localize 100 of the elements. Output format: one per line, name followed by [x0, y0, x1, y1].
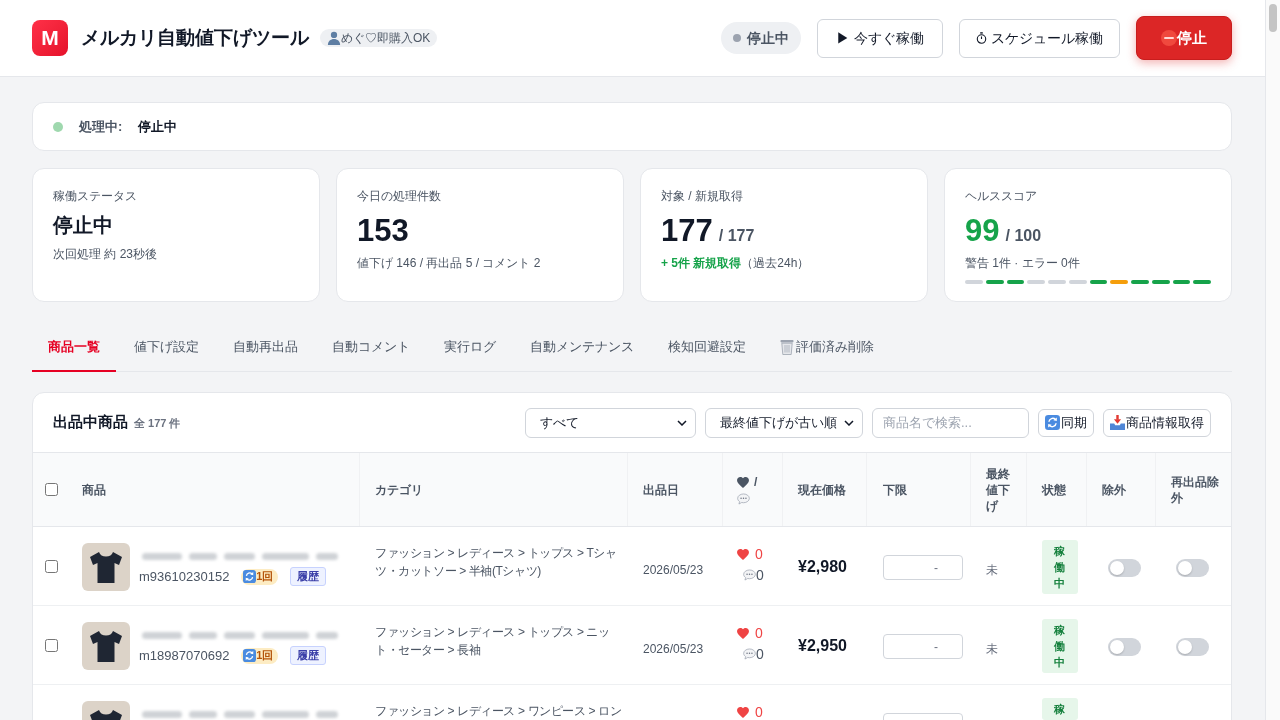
- like-count: 0: [755, 546, 763, 562]
- status-filter-select[interactable]: すべて: [525, 407, 696, 438]
- shirt-photo-drawing: [82, 543, 130, 591]
- history-link[interactable]: 履歴: [290, 646, 327, 665]
- chevron-down-icon: [844, 419, 854, 426]
- heart-icon: [737, 627, 749, 639]
- category-text: ファッション > レディース > ワンピース > ロン: [375, 703, 623, 720]
- column-header: 下限: [883, 481, 907, 498]
- schedule-button[interactable]: スケジュール稼働: [959, 18, 1120, 58]
- column-header: 商品: [82, 481, 106, 498]
- inbox-tray-icon: [1110, 415, 1125, 430]
- row-checkbox[interactable]: [45, 560, 58, 573]
- listed-date: 2026/05/23: [643, 642, 704, 656]
- exclude-toggle[interactable]: [1108, 559, 1141, 577]
- tab[interactable]: 検知回避設定: [652, 324, 762, 372]
- stat-value: 99: [965, 213, 1000, 249]
- column-header: /: [754, 474, 758, 490]
- stat-detail: 値下げ 146 / 再出品 5 / コメント 2: [357, 255, 542, 272]
- stat-highlight: + 5件 新規取得: [661, 255, 742, 272]
- category-text: ファッション > レディース > トップス > ニット・セーター > 長袖: [375, 624, 611, 659]
- column-header: 再出品除外: [1171, 473, 1220, 506]
- stat-label: 今日の処理件数: [357, 188, 442, 204]
- run-button[interactable]: ▶ 今すぐ稼働: [817, 18, 943, 58]
- column-header: 状態: [1042, 481, 1066, 498]
- comment-count: 0: [756, 646, 764, 662]
- chevron-down-icon: [677, 419, 687, 426]
- item-id: m93610230152: [139, 567, 230, 586]
- stat-total: / 177: [718, 226, 755, 246]
- category-text: ファッション > レディース > トップス > Tシャツ・カットソー > 半袖(Tシャツ): [375, 545, 618, 580]
- heart-icon: [737, 476, 749, 488]
- relist-count: 1回: [256, 569, 274, 585]
- stat-value: 177: [661, 213, 713, 249]
- last-markdown: 未: [986, 642, 998, 656]
- stat-label: 稼働ステータス: [53, 188, 138, 204]
- column-header: 最終値下げ: [986, 465, 1011, 514]
- price-floor-field[interactable]: -: [883, 555, 963, 580]
- tab[interactable]: 自動コメント: [316, 324, 426, 372]
- column-header: 除外: [1102, 481, 1126, 498]
- refresh-icon: [1045, 415, 1060, 430]
- status-badge: 稼: [1042, 698, 1078, 720]
- item-id: m18987070692: [139, 646, 230, 665]
- shirt-photo-drawing: [82, 622, 130, 670]
- relist-exclude-toggle[interactable]: [1176, 559, 1209, 577]
- column-header: 出品日: [643, 481, 679, 498]
- account-name: めぐ♡即購入OK: [341, 30, 431, 47]
- like-count: 0: [755, 704, 763, 720]
- sync-button[interactable]: 同期: [1038, 408, 1094, 437]
- last-markdown: 未: [986, 563, 998, 577]
- scrollbar-thumb[interactable]: [1269, 4, 1277, 32]
- heart-icon: [737, 548, 749, 560]
- no-entry-icon: [1161, 30, 1177, 46]
- status-label: 停止中: [747, 28, 790, 48]
- row-checkbox[interactable]: [45, 639, 58, 652]
- heart-icon: [737, 706, 749, 718]
- search-field[interactable]: 商品名で検索...: [872, 407, 1029, 438]
- price-floor-field[interactable]: -: [883, 634, 963, 659]
- products-title: 出品中商品: [53, 412, 128, 433]
- stop-button[interactable]: 停止: [1136, 16, 1232, 60]
- column-header: 現在価格: [798, 481, 846, 498]
- select-all-checkbox[interactable]: [45, 483, 58, 496]
- app-title: メルカリ自動値下げツール: [81, 25, 309, 50]
- stopwatch-icon: [976, 32, 987, 44]
- speech-bubble-icon: [743, 648, 756, 660]
- status-badge: 稼働中: [1042, 619, 1078, 673]
- trash-icon: [780, 339, 794, 355]
- history-link[interactable]: 履歴: [290, 567, 327, 586]
- exclude-toggle[interactable]: [1108, 638, 1141, 656]
- tab[interactable]: 商品一覧: [32, 324, 116, 372]
- relist-exclude-toggle[interactable]: [1176, 638, 1209, 656]
- price-text: ¥2,950: [798, 637, 847, 654]
- speech-bubble-icon: [737, 493, 750, 505]
- process-label: 処理中:: [79, 117, 123, 136]
- tab[interactable]: 評価済み削除: [764, 324, 890, 372]
- stat-total: / 100: [1005, 226, 1042, 246]
- refresh-icon: [243, 649, 257, 662]
- relist-count: 1回: [256, 648, 274, 664]
- stat-detail: 警告 1件 · エラー 0件: [965, 255, 1081, 272]
- speech-bubble-icon: [743, 569, 756, 581]
- products-count: 全 177 件: [134, 416, 181, 432]
- stat-value: 停止中: [53, 213, 113, 238]
- like-count: 0: [755, 625, 763, 641]
- stat-note: （過去24h）: [741, 255, 810, 272]
- listed-date: 2026/05/23: [643, 563, 704, 577]
- status-badge: 稼働中: [1042, 540, 1078, 594]
- sort-select[interactable]: 最終値下げが古い順: [705, 407, 863, 438]
- comment-count: 0: [756, 567, 764, 583]
- stat-label: ヘルススコア: [965, 188, 1038, 204]
- app-logo: M: [32, 20, 68, 56]
- scrollbar[interactable]: [1265, 0, 1280, 720]
- tab[interactable]: 値下げ設定: [118, 324, 215, 372]
- process-value: 停止中: [138, 117, 178, 136]
- stat-label: 対象 / 新規取得: [661, 188, 744, 204]
- tab[interactable]: 自動メンテナンス: [514, 324, 650, 372]
- price-text: ¥2,980: [798, 558, 847, 575]
- fetch-button[interactable]: 商品情報取得: [1103, 408, 1211, 437]
- tab[interactable]: 自動再出品: [217, 324, 314, 372]
- stat-detail: 次回処理 約 23秒後: [53, 246, 158, 263]
- tab[interactable]: 実行ログ: [428, 324, 512, 372]
- column-header: カテゴリ: [375, 481, 423, 498]
- refresh-icon: [243, 570, 257, 583]
